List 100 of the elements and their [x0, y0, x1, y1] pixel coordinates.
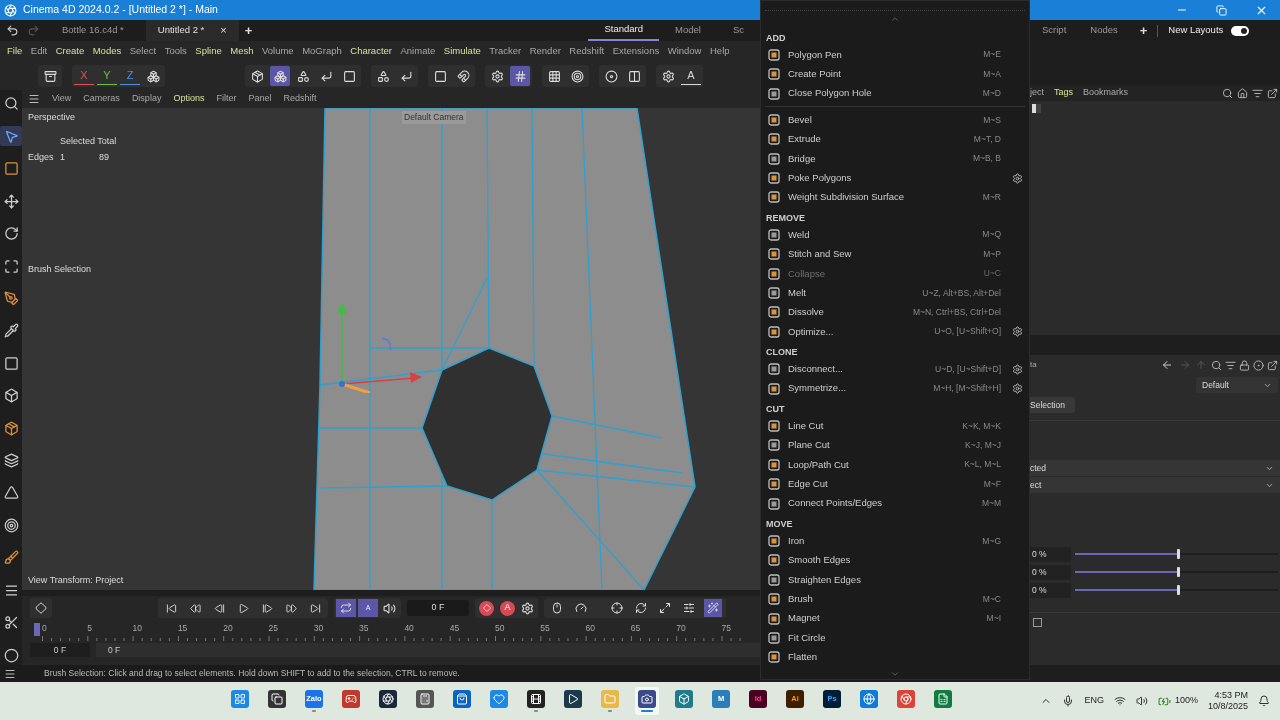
menu-item[interactable]: Connect Points/Edges M~M: [765, 493, 1025, 514]
menu-item[interactable]: Bridge M~B, B: [765, 149, 1025, 169]
menu-item[interactable]: Plane Cut K~J, M~J: [765, 435, 1025, 456]
filter-icon[interactable]: [1252, 87, 1263, 99]
viewport-menu-item[interactable]: Filter: [216, 92, 237, 106]
menu-item[interactable]: Fit Circle: [765, 628, 1025, 648]
add-layout-button[interactable]: +: [1139, 20, 1148, 41]
menu-item[interactable]: Line Cut K~K, M~K: [765, 416, 1025, 436]
menu-bar-item[interactable]: Create: [55, 44, 85, 59]
layout-tab[interactable]: Model: [659, 20, 717, 41]
menu-item[interactable]: Weld M~Q: [765, 225, 1025, 245]
menu-item[interactable]: Straighten Edges: [765, 570, 1025, 590]
layout-tab[interactable]: Sc: [716, 20, 760, 41]
layout-tab[interactable]: Script: [1030, 20, 1079, 41]
slider-thumb[interactable]: [1176, 567, 1180, 577]
selection-button[interactable]: Selection: [1030, 397, 1075, 413]
menu-bar-item[interactable]: Tools: [164, 44, 187, 59]
keyframe-icon[interactable]: [35, 602, 47, 614]
menu-bar-item[interactable]: File: [7, 44, 23, 59]
menu-item[interactable]: Optimize... U~O, [U~Shift+O]: [765, 322, 1025, 342]
menu-bar-item[interactable]: Volume: [261, 44, 294, 59]
microphone-icon[interactable]: [1062, 695, 1075, 707]
sound-icon[interactable]: [383, 601, 396, 615]
viewport-menu-item[interactable]: View: [52, 92, 72, 106]
record-icon[interactable]: [479, 600, 494, 616]
preset-dropdown[interactable]: Default: [1196, 377, 1278, 393]
timeline-tool-button[interactable]: [608, 599, 626, 617]
menu-item[interactable]: Smooth Edges: [765, 550, 1025, 571]
menu-item[interactable]: Close Polygon Hole M~D: [765, 83, 1025, 104]
menu-bar-item[interactable]: Animate: [400, 44, 436, 59]
filter-icon[interactable]: [1225, 359, 1236, 371]
settings-icon[interactable]: [1011, 172, 1023, 184]
detach-icon[interactable]: [1267, 359, 1278, 371]
search-icon[interactable]: [1222, 87, 1233, 99]
new-layouts-toggle[interactable]: [1231, 25, 1250, 36]
menu-item[interactable]: Melt U~Z, Alt+BS, Alt+Del: [765, 283, 1025, 303]
percent-field[interactable]: 0 %: [1030, 582, 1071, 598]
axis-toggle-button[interactable]: Y: [97, 67, 117, 85]
start-frame-field[interactable]: 0 F: [30, 643, 90, 657]
manager-tab[interactable]: ject: [1030, 86, 1044, 100]
manager-tab[interactable]: Tags: [1054, 86, 1074, 100]
menu-bar-item[interactable]: Simulate: [443, 44, 481, 59]
menu-item[interactable]: Stitch and Sew M~P: [765, 244, 1025, 264]
taskbar-app[interactable]: [524, 687, 548, 715]
menu-item[interactable]: Create Point M~A: [765, 64, 1025, 84]
document-tab[interactable]: Untitled 2 * ×: [145, 20, 239, 41]
document-tab[interactable]: Bottle 16.c4d *: [50, 20, 136, 41]
wifi-icon[interactable]: [1113, 695, 1126, 707]
menu-item[interactable]: Polygon Pen M~E: [765, 45, 1025, 65]
checkbox[interactable]: [1033, 617, 1042, 627]
menu-item[interactable]: Bevel M~S: [765, 110, 1025, 130]
menu-bar-item[interactable]: Help: [710, 44, 730, 59]
viewport-menu-item[interactable]: Redshift: [283, 92, 317, 106]
speaker-icon[interactable]: [1135, 695, 1148, 707]
viewport-menu-item[interactable]: Cameras: [83, 92, 120, 106]
manager-tab[interactable]: Bookmarks: [1083, 86, 1129, 100]
menu-bar-item[interactable]: Mesh: [230, 44, 254, 59]
menu-bar-item[interactable]: Character: [350, 44, 392, 59]
settings-icon[interactable]: [521, 601, 534, 615]
notification-icon[interactable]: [1258, 695, 1270, 707]
autokey-button[interactable]: A: [500, 600, 515, 616]
menu-bar-item[interactable]: Edit: [30, 44, 48, 59]
menu-bar-item[interactable]: Render: [529, 44, 561, 59]
loop-button[interactable]: [336, 599, 356, 617]
target-icon[interactable]: [1253, 359, 1264, 371]
menu-bar-item[interactable]: Tracker: [489, 44, 522, 59]
axis-toggle-button[interactable]: Z: [120, 67, 140, 85]
menu-item[interactable]: Magnet M~I: [765, 608, 1025, 629]
menu-icon[interactable]: [4, 667, 16, 680]
viewport-menu-item[interactable]: Options: [173, 92, 205, 106]
menu-bar-item[interactable]: Spline: [195, 44, 222, 59]
detach-icon[interactable]: [1267, 87, 1278, 99]
menu-item[interactable]: Edge Cut M~F: [765, 474, 1025, 494]
menu-item[interactable]: Weight Subdivision Surface M~R: [765, 187, 1025, 208]
panel-menu-icon[interactable]: [28, 93, 40, 105]
clock-date[interactable]: 10/8/2025: [1207, 701, 1248, 712]
menu-bar-item[interactable]: Extensions: [612, 44, 660, 59]
menu-item[interactable]: Poke Polygons: [765, 168, 1025, 188]
dropdown-field[interactable]: cted: [1030, 460, 1280, 476]
slider-thumb[interactable]: [1176, 585, 1180, 595]
lock-icon[interactable]: [1239, 359, 1250, 371]
back-icon[interactable]: [1161, 359, 1173, 371]
dropdown-field[interactable]: ect: [1030, 477, 1280, 493]
percent-field[interactable]: 0 %: [1030, 546, 1071, 562]
menu-item[interactable]: Dissolve M~N, Ctrl+BS, Ctrl+Del: [765, 302, 1025, 323]
menu-item[interactable]: Flatten: [765, 647, 1025, 667]
layout-tab[interactable]: Nodes: [1078, 20, 1130, 41]
menu-bar-item[interactable]: MoGraph: [302, 44, 342, 59]
taskbar-app[interactable]: [635, 687, 659, 715]
settings-icon[interactable]: [1011, 363, 1023, 375]
close-tab-button[interactable]: ×: [220, 22, 227, 39]
add-tab-button[interactable]: +: [244, 20, 253, 41]
home-icon[interactable]: [1237, 87, 1248, 99]
menu-item[interactable]: Extrude M~T, D: [765, 129, 1025, 149]
menu-item[interactable]: Disconnect... U~D, [U~Shift+D]: [765, 359, 1025, 379]
percent-field[interactable]: 0 %: [1030, 564, 1071, 580]
menu-bar-item[interactable]: Modes: [92, 44, 122, 59]
menu-item[interactable]: Iron M~G: [765, 531, 1025, 551]
clock-time[interactable]: 4:53 PM: [1214, 690, 1248, 701]
menu-item[interactable]: Loop/Path Cut K~L, M~L: [765, 455, 1025, 475]
